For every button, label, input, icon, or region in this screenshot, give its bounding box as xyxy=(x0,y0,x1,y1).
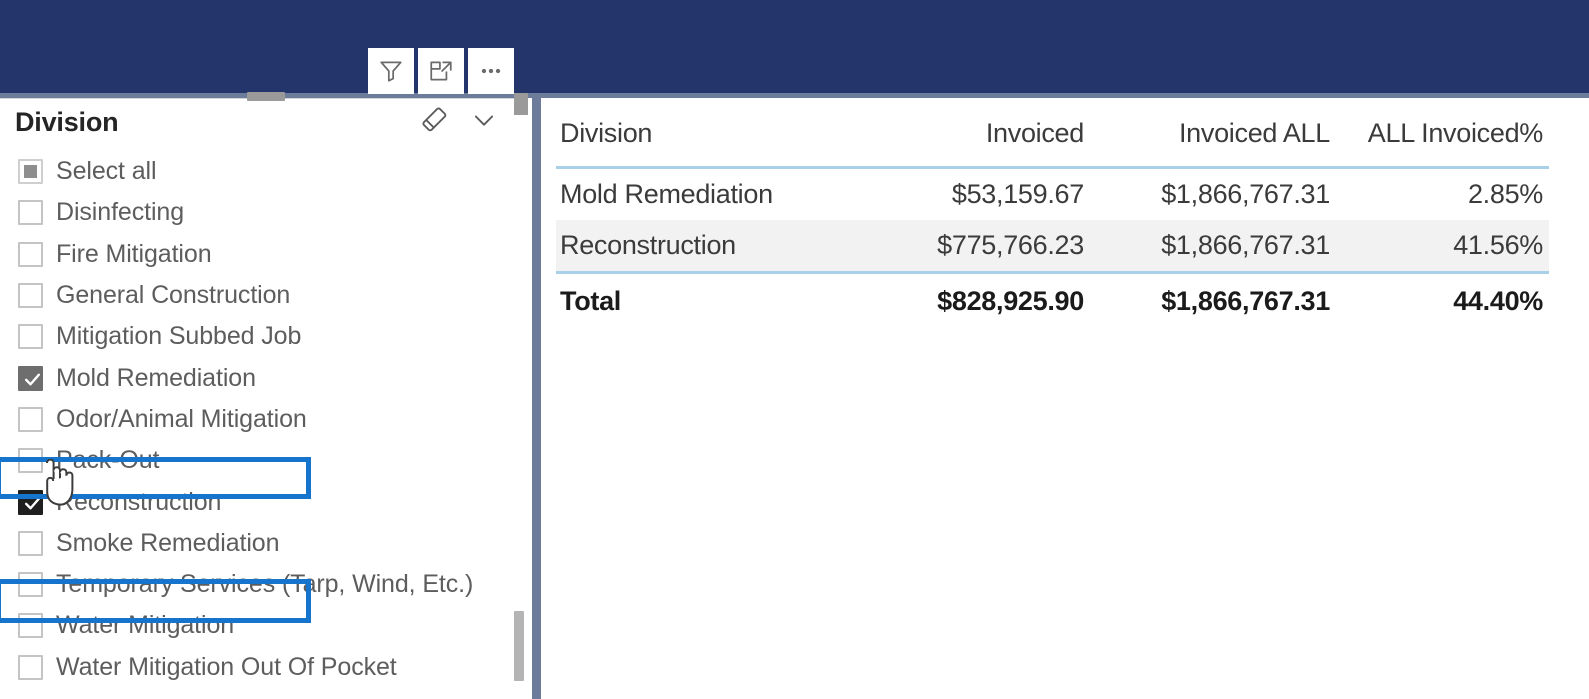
slicer-item-label: Mold Remediation xyxy=(56,363,256,392)
slicer-item[interactable]: Select all xyxy=(0,151,528,192)
slicer-item-list[interactable]: Select all Disinfecting Fire Mitigation Gen… xyxy=(0,151,528,699)
column-header-invoiced-all[interactable]: Invoiced ALL xyxy=(1090,100,1336,169)
slicer-item-label: Disinfecting xyxy=(56,198,185,227)
slicer-item-label: Water Mitigation xyxy=(56,611,235,640)
focus-mode-icon xyxy=(428,58,454,84)
table-row[interactable]: Mold Remediation $53,159.67 $1,866,767.31 2… xyxy=(556,168,1549,221)
slicer-item[interactable]: Fire Mitigation xyxy=(0,234,528,275)
table-body: Mold Remediation $53,159.67 $1,866,767.31 2… xyxy=(556,168,1549,329)
slicer-item-label: Pack-Out xyxy=(56,446,160,475)
total-cell-invoiced-all: $1,866,767.31 xyxy=(1090,271,1336,329)
cell-division: Mold Remediation xyxy=(560,179,773,209)
cell-all-invoiced-pct: 2.85% xyxy=(1467,179,1543,209)
chevron-down-icon xyxy=(470,106,498,139)
slicer-item[interactable]: Mold Remediation xyxy=(0,357,528,398)
slicer-scrollbar-thumb[interactable] xyxy=(514,611,524,681)
total-cell-all-invoiced-pct: 44.40% xyxy=(1336,271,1549,329)
slicer-item-label: Reconstruction xyxy=(56,487,222,516)
slicer-item-checkbox[interactable] xyxy=(18,365,43,391)
slicer-item-checkbox[interactable] xyxy=(18,654,43,680)
cell-division: Reconstruction xyxy=(556,220,874,273)
slicer-header-actions xyxy=(418,105,500,140)
slicer-item[interactable]: Pack-Out xyxy=(0,440,528,481)
slicer-item-checkbox[interactable] xyxy=(18,448,43,474)
slicer-item-checkbox[interactable] xyxy=(18,159,43,185)
slicer-item-label: Temporary Services (Tarp, Wind, Etc.) xyxy=(56,570,474,599)
slicer-item-checkbox[interactable] xyxy=(18,241,43,267)
slicer-item-label: Fire Mitigation xyxy=(56,239,212,268)
slicer-item[interactable]: Water Mitigation Out Of Pocket xyxy=(0,647,528,688)
slicer-item-label: Odor/Animal Mitigation xyxy=(56,404,307,433)
slicer-item-checkbox[interactable] xyxy=(18,613,43,639)
slicer-title: Division xyxy=(15,106,119,137)
more-options-button[interactable] xyxy=(468,48,514,94)
table-header-row: Division Invoiced Invoiced ALL ALL Invoi… xyxy=(556,100,1549,169)
slicer-item[interactable]: Temporary Services (Tarp, Wind, Etc.) xyxy=(0,564,528,605)
slicer-item-checkbox[interactable] xyxy=(18,324,43,350)
slicer-item[interactable]: Smoke Remediation xyxy=(0,523,528,564)
cell-invoiced: $775,766.23 xyxy=(874,220,1090,273)
column-header-all-invoiced-pct[interactable]: ALL Invoiced% xyxy=(1336,100,1549,169)
slicer-item[interactable]: General Construction xyxy=(0,275,528,316)
more-options-icon xyxy=(478,58,504,84)
table-row[interactable]: Reconstruction $775,766.23 $1,866,767.31 41… xyxy=(556,220,1549,273)
filter-button[interactable] xyxy=(368,48,414,94)
slicer-item-label: Select all xyxy=(56,157,157,186)
slicer-item-label: General Construction xyxy=(56,281,291,310)
top-banner xyxy=(0,0,1589,93)
slicer-item-checkbox[interactable] xyxy=(18,530,43,556)
panel-divider xyxy=(532,98,541,699)
total-cell-division: Total xyxy=(556,271,874,329)
division-slicer-panel: Division Select all Disinfecting Fire Mi… xyxy=(0,92,528,699)
matrix-table-visual: Division Invoiced Invoiced ALL ALL Invoi… xyxy=(556,100,1549,350)
cell-invoiced-all: $1,866,767.31 xyxy=(1161,179,1330,209)
total-cell-invoiced: $828,925.90 xyxy=(874,271,1090,329)
slicer-item-label: Mitigation Subbed Job xyxy=(56,322,302,351)
column-header-invoiced[interactable]: Invoiced xyxy=(874,100,1090,169)
slicer-item[interactable]: Water Mitigation xyxy=(0,605,528,646)
slicer-item[interactable]: Reconstruction xyxy=(0,481,528,522)
slicer-item[interactable]: Mitigation Subbed Job xyxy=(0,316,528,357)
focus-mode-button[interactable] xyxy=(418,48,464,94)
app-screen: Division Select all Disinfecting Fire Mi… xyxy=(0,0,1589,699)
slicer-item-checkbox[interactable] xyxy=(18,489,43,515)
table-total-row: Total $828,925.90 $1,866,767.31 44.40% xyxy=(556,271,1549,329)
slicer-item[interactable]: Disinfecting xyxy=(0,192,528,233)
cell-invoiced: $53,159.67 xyxy=(951,179,1084,209)
clear-selections-icon xyxy=(419,105,449,140)
filter-icon xyxy=(378,58,404,84)
slicer-item-label: Smoke Remediation xyxy=(56,528,280,557)
slicer-item-checkbox[interactable] xyxy=(18,200,43,226)
slicer-item-checkbox[interactable] xyxy=(18,283,43,309)
slicer-item-label: Water Mitigation Out Of Pocket xyxy=(56,652,397,681)
slicer-item[interactable]: Odor/Animal Mitigation xyxy=(0,399,528,440)
slicer-item-checkbox[interactable] xyxy=(18,406,43,432)
slicer-header: Division xyxy=(0,99,528,145)
slicer-dropdown-button[interactable] xyxy=(468,107,500,137)
slicer-item-checkbox[interactable] xyxy=(18,572,43,598)
matrix-table: Division Invoiced Invoiced ALL ALL Invoi… xyxy=(556,100,1549,329)
clear-selections-button[interactable] xyxy=(418,105,450,140)
visual-header-toolbar xyxy=(368,48,514,94)
cell-all-invoiced-pct: 41.56% xyxy=(1336,220,1549,273)
slicer-scrollbar[interactable] xyxy=(514,151,524,699)
column-header-division[interactable]: Division xyxy=(556,100,874,169)
cell-invoiced-all: $1,866,767.31 xyxy=(1090,220,1336,273)
